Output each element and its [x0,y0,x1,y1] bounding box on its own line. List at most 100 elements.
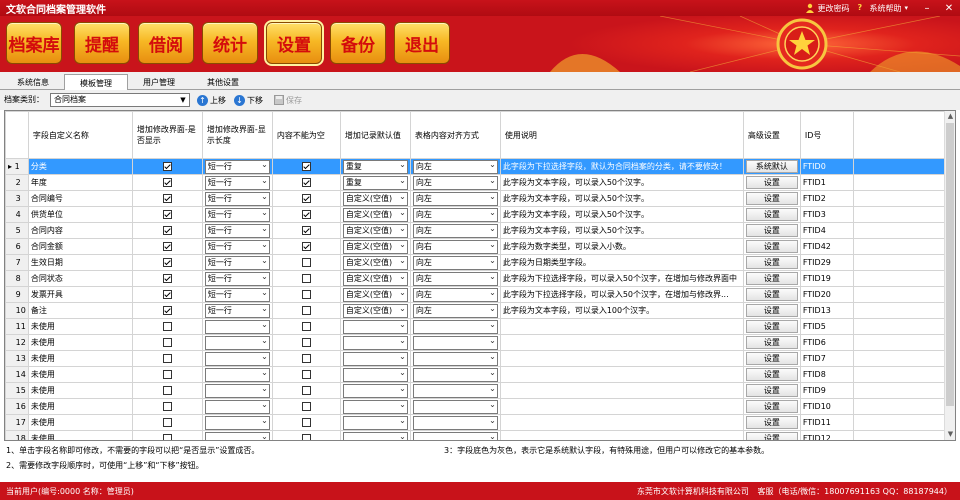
show-checkbox[interactable] [162,226,172,235]
align-cell[interactable]: 向左 [409,302,501,319]
default-cell[interactable] [339,350,411,367]
length-select[interactable] [204,335,270,350]
required-cell[interactable] [271,430,341,440]
required-checkbox[interactable] [301,386,311,395]
length-select[interactable] [204,383,270,398]
required-checkbox[interactable] [301,290,311,299]
default-cell[interactable]: 重复 [339,158,411,175]
required-cell[interactable] [271,318,341,335]
required-checkbox[interactable] [301,418,311,427]
align-select[interactable] [412,431,498,440]
length-cell[interactable]: 短一行 [201,222,273,239]
required-checkbox[interactable] [301,434,311,440]
align-select[interactable]: 向左 [412,191,498,206]
field-name-cell[interactable]: 未使用 [27,430,133,440]
required-cell[interactable] [271,286,341,303]
length-select[interactable]: 短一行 [204,223,270,238]
default-cell[interactable] [339,414,411,431]
length-cell[interactable] [201,350,273,367]
default-select[interactable]: 自定义(空值) [342,223,408,238]
length-select[interactable]: 短一行 [204,303,270,318]
move-down-button[interactable]: ↓ 下移 [234,93,263,107]
advanced-settings-button[interactable]: 设置 [745,192,798,205]
table-row[interactable]: 16未使用 设置FTID10 [5,398,952,415]
show-checkbox[interactable] [162,418,172,427]
required-cell[interactable] [271,398,341,415]
advanced-settings-button[interactable]: 设置 [745,272,798,285]
align-cell[interactable] [409,334,501,351]
required-cell[interactable] [271,414,341,431]
tab-other-settings[interactable]: 其他设置 [192,74,254,90]
table-row[interactable]: 10备注 短一行 自定义(空值) 向左 此字段为文本字段，可以录入100个汉字。设置FT… [5,302,952,319]
required-cell[interactable] [271,254,341,271]
default-select[interactable]: 重复 [342,175,408,190]
show-cell[interactable] [131,302,203,319]
length-cell[interactable]: 短一行 [201,238,273,255]
tab-user-management[interactable]: 用户管理 [128,74,190,90]
default-select[interactable]: 自定义(空值) [342,255,408,270]
show-cell[interactable] [131,398,203,415]
length-cell[interactable]: 短一行 [201,190,273,207]
field-name-cell[interactable]: 未使用 [27,318,133,335]
default-cell[interactable]: 自定义(空值) [339,206,411,223]
show-checkbox[interactable] [162,354,172,363]
field-name-cell[interactable]: 备注 [27,302,133,319]
required-cell[interactable] [271,158,341,175]
length-cell[interactable]: 短一行 [201,286,273,303]
tab-template-management[interactable]: 模板管理 [64,74,128,91]
nav-backup-button[interactable]: 备份 [330,22,386,64]
length-cell[interactable] [201,382,273,399]
align-cell[interactable]: 向左 [409,174,501,191]
length-select[interactable] [204,319,270,334]
show-checkbox[interactable] [162,242,172,251]
align-select[interactable]: 向左 [412,175,498,190]
align-cell[interactable]: 向左 [409,286,501,303]
align-cell[interactable]: 向左 [409,190,501,207]
required-checkbox[interactable] [301,402,311,411]
length-select[interactable] [204,399,270,414]
required-checkbox[interactable] [301,306,311,315]
show-cell[interactable] [131,174,203,191]
length-select[interactable] [204,367,270,382]
scrollbar-thumb[interactable] [946,123,954,406]
default-select[interactable] [342,383,408,398]
required-checkbox[interactable] [301,242,311,251]
table-row[interactable]: 9 发票开具 短一行 自定义(空值) 向左 此字段为下拉选择字段，可以录入50个汉字，在增… [5,286,952,303]
advanced-settings-button[interactable]: 设置 [745,288,798,301]
align-select[interactable]: 向右 [412,239,498,254]
length-cell[interactable] [201,430,273,440]
default-select[interactable]: 自定义(空值) [342,239,408,254]
save-button[interactable]: 保存 [274,93,302,107]
table-row[interactable]: 15未使用 设置FTID9 [5,382,952,399]
default-cell[interactable]: 自定义(空值) [339,254,411,271]
required-cell[interactable] [271,190,341,207]
default-select[interactable] [342,335,408,350]
align-select[interactable] [412,367,498,382]
align-cell[interactable] [409,382,501,399]
advanced-settings-button[interactable]: 设置 [745,256,798,269]
required-cell[interactable] [271,270,341,287]
align-cell[interactable]: 向右 [409,238,501,255]
table-row[interactable]: 2 年度 短一行 重复 向左 此字段为文本字段，可以录入50个汉字。设置FTID1 [5,174,952,191]
required-cell[interactable] [271,302,341,319]
default-select[interactable]: 自定义(空值) [342,303,408,318]
grid-scrollbar[interactable]: ▲ ▼ [944,111,955,440]
default-select[interactable] [342,431,408,440]
required-cell[interactable] [271,206,341,223]
show-checkbox[interactable] [162,402,172,411]
default-select[interactable] [342,399,408,414]
show-cell[interactable] [131,366,203,383]
field-name-cell[interactable]: 未使用 [27,350,133,367]
required-cell[interactable] [271,366,341,383]
table-row[interactable]: 18未使用 设置FTID12 [5,430,952,440]
align-cell[interactable] [409,398,501,415]
required-checkbox[interactable] [301,194,311,203]
length-cell[interactable]: 短一行 [201,206,273,223]
advanced-settings-button[interactable]: 设置 [745,224,798,237]
table-row[interactable]: 5 合同内容 短一行 自定义(空值) 向左 此字段为文本字段，可以录入50个汉字。设置FT… [5,222,952,239]
show-cell[interactable] [131,222,203,239]
advanced-settings-button[interactable]: 设置 [745,352,798,365]
required-cell[interactable] [271,334,341,351]
table-row[interactable]: 14未使用 设置FTID8 [5,366,952,383]
show-cell[interactable] [131,158,203,175]
